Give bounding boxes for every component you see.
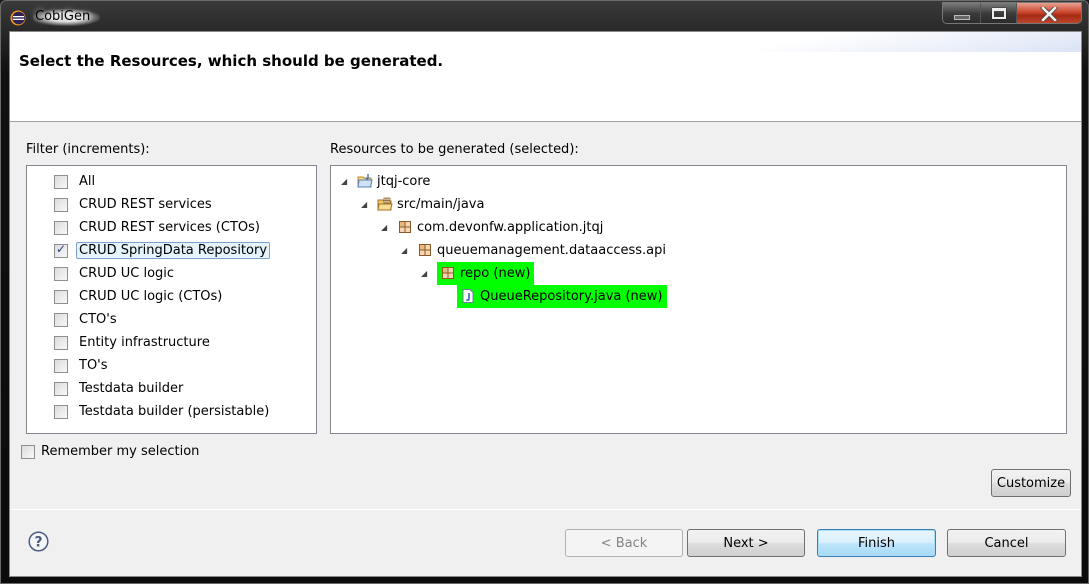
project-folder-icon [357, 173, 373, 189]
maximize-icon [991, 8, 1006, 19]
tree-node-content: queuemanagement.dataaccess.api [417, 242, 666, 258]
next-button[interactable]: Next > [687, 529, 805, 557]
filter-item-label: Testdata builder [79, 381, 184, 396]
dialog-client-area: Select the Resources, which should be ge… [9, 31, 1082, 577]
close-button[interactable] [1017, 3, 1081, 23]
filter-item[interactable]: Testdata builder [27, 377, 316, 400]
new-resource-highlight: repo (new) [437, 261, 535, 285]
filter-item-label: Entity infrastructure [79, 335, 210, 350]
tree-node[interactable]: QueueRepository.java (new) [441, 284, 667, 308]
new-resource-highlight: QueueRepository.java (new) [457, 284, 667, 308]
filter-item[interactable]: CRUD UC logic (CTOs) [27, 285, 316, 308]
minimize-button[interactable] [943, 3, 981, 23]
filter-label: Filter (increments): [26, 142, 150, 157]
filter-item-checkbox[interactable] [54, 312, 68, 327]
filter-item-checkbox[interactable] [54, 381, 68, 396]
filter-item-checkbox[interactable] [54, 266, 68, 281]
tree-node[interactable]: ◢ queuemanagement.dataaccess.api [401, 239, 666, 261]
package-icon [397, 219, 413, 235]
filter-item-checkbox[interactable] [54, 220, 68, 235]
filter-item[interactable]: TO's [27, 354, 316, 377]
tree-node-content: src/main/java [377, 196, 484, 212]
filter-item-checkbox[interactable] [54, 242, 68, 258]
tree-node-label: QueueRepository.java (new) [480, 288, 663, 304]
expand-toggle-icon[interactable]: ◢ [401, 246, 411, 255]
filter-item-label: CTO's [79, 312, 117, 327]
source-folder-icon [377, 196, 393, 212]
title-bar[interactable]: CobiGen [1, 1, 1088, 33]
filter-item[interactable]: CRUD SpringData Repository [27, 239, 316, 262]
filter-item-label: CRUD UC logic (CTOs) [79, 289, 223, 304]
cancel-button[interactable]: Cancel [947, 529, 1066, 557]
expand-toggle-icon[interactable]: ◢ [341, 177, 351, 186]
resources-tree[interactable]: ◢ jtqj-core ◢ src/main/java ◢ com.devonfw.app… [330, 165, 1067, 434]
filter-item-label: CRUD REST services (CTOs) [79, 220, 260, 235]
eclipse-icon [10, 10, 26, 26]
cobigen-dialog-window: CobiGen Select the Resources, which shou… [0, 0, 1089, 584]
filter-item[interactable]: All [27, 170, 316, 193]
minimize-icon [953, 15, 970, 20]
tree-node-label: queuemanagement.dataaccess.api [437, 242, 666, 258]
page-title: Select the Resources, which should be ge… [19, 52, 444, 70]
remember-selection-checkbox[interactable]: Remember my selection [21, 444, 199, 459]
filter-item[interactable]: CTO's [27, 308, 316, 331]
footer-separator [10, 509, 1081, 510]
filter-item-label: All [79, 174, 96, 189]
tree-node-content: com.devonfw.application.jtqj [397, 219, 603, 235]
back-button[interactable]: < Back [565, 529, 683, 557]
filter-item-label: Testdata builder (persistable) [79, 404, 270, 419]
filter-item-checkbox[interactable] [54, 197, 68, 212]
tree-node-label: jtqj-core [377, 173, 431, 189]
tree-node[interactable]: ◢ src/main/java [361, 193, 484, 215]
close-icon [1040, 6, 1058, 21]
tree-node-label: repo (new) [460, 265, 531, 281]
filter-item[interactable]: Entity infrastructure [27, 331, 316, 354]
filter-item[interactable]: CRUD UC logic [27, 262, 316, 285]
expand-toggle-icon[interactable]: ◢ [381, 223, 391, 232]
window-controls [942, 2, 1082, 24]
tree-node[interactable]: ◢ com.devonfw.application.jtqj [381, 216, 603, 238]
tree-node[interactable]: ◢ repo (new) [421, 261, 535, 285]
filter-increments-list[interactable]: All CRUD REST services CRUD REST services … [26, 165, 317, 434]
filter-item[interactable]: CRUD REST services [27, 193, 316, 216]
maximize-button[interactable] [981, 3, 1017, 23]
filter-item[interactable]: CRUD REST services (CTOs) [27, 216, 316, 239]
svg-text:?: ? [34, 535, 42, 551]
package-icon [417, 242, 433, 258]
wizard-header: Select the Resources, which should be ge… [10, 32, 1081, 122]
filter-item-label: TO's [79, 358, 108, 373]
expand-toggle-icon[interactable]: ◢ [361, 200, 371, 209]
tree-node-label: src/main/java [397, 196, 485, 212]
filter-item-label: CRUD SpringData Repository [76, 242, 271, 259]
filter-item-checkbox[interactable] [54, 358, 68, 373]
help-icon[interactable]: ? [28, 531, 49, 552]
tree-node-content: jtqj-core [357, 173, 430, 189]
filter-item-checkbox[interactable] [54, 174, 68, 189]
expand-toggle-icon[interactable]: ◢ [421, 269, 431, 278]
filter-item-checkbox[interactable] [54, 335, 68, 350]
filter-item-label: CRUD UC logic [79, 266, 175, 281]
remember-checkbox-box[interactable] [21, 444, 35, 459]
finish-button[interactable]: Finish [817, 529, 936, 557]
filter-item[interactable]: Testdata builder (persistable) [27, 400, 316, 423]
filter-item-checkbox[interactable] [54, 404, 68, 419]
package-icon [440, 265, 456, 281]
remember-selection-label: Remember my selection [41, 444, 200, 459]
resources-label: Resources to be generated (selected): [330, 142, 579, 157]
tree-node-label: com.devonfw.application.jtqj [417, 219, 604, 235]
window-title: CobiGen [33, 9, 101, 26]
tree-node[interactable]: ◢ jtqj-core [341, 170, 430, 192]
filter-item-label: CRUD REST services [79, 197, 212, 212]
customize-button[interactable]: Customize [991, 469, 1071, 497]
filter-item-checkbox[interactable] [54, 289, 68, 304]
java-file-icon [460, 288, 476, 304]
